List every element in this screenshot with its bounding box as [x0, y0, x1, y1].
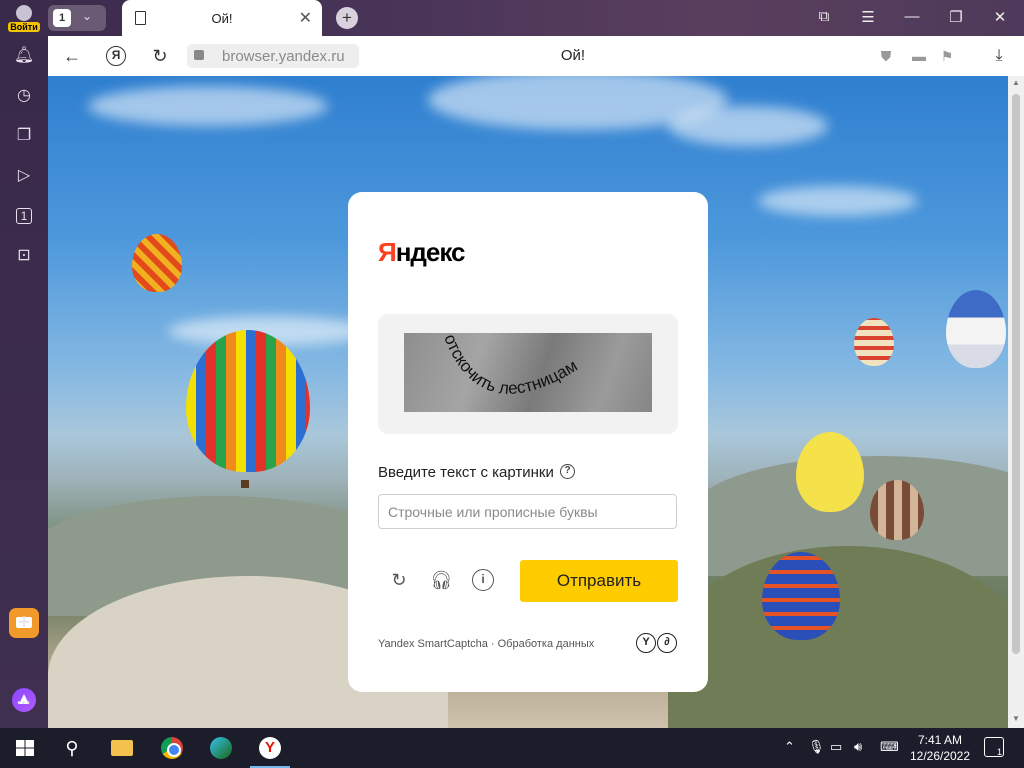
scroll-thumb[interactable] [1012, 94, 1020, 654]
smartcaptcha-logo-icon: Y ∂ [636, 633, 678, 653]
yandex-button[interactable]: Я [106, 46, 126, 66]
restore-button[interactable]: ❐ [944, 8, 968, 26]
tab-group-button[interactable]: 1 ⌄ [48, 5, 106, 31]
title-bar: Войти 1 ⌄ Ой! ✕ + ⧉ ☰ — ❐ ✕ [0, 0, 1024, 36]
tab-title: Ой! [211, 11, 233, 26]
captcha-prompt: Введите текст с картинки [378, 464, 554, 481]
notification-icon[interactable]: 1 [984, 737, 1004, 757]
tray-chevron-icon[interactable]: ⌃ [784, 739, 795, 755]
close-tab-icon[interactable]: ✕ [299, 8, 312, 28]
search-icon[interactable]: ⚲ [58, 734, 86, 762]
history-icon[interactable]: ◷ [12, 84, 36, 108]
volume-icon[interactable]: 🔊︎ [854, 739, 862, 755]
tab-count-badge: 1 [53, 9, 71, 27]
lock-icon [194, 50, 204, 60]
info-icon[interactable]: i [472, 569, 494, 591]
clock-date: 12/26/2022 [909, 749, 971, 763]
back-icon[interactable]: ← [61, 45, 83, 67]
microphone-icon[interactable]: 🎙︎ [808, 739, 825, 755]
refresh-icon[interactable]: ↻ [388, 569, 410, 591]
keyboard-icon[interactable]: ⌨ [880, 739, 899, 755]
clock-time: 7:41 AM [917, 733, 963, 747]
chrome-icon[interactable] [158, 734, 186, 762]
captcha-card: Яндекс отскочить лестницам Введите текст… [348, 192, 708, 692]
minimize-button[interactable]: — [900, 8, 924, 25]
page-title: Ой! [560, 47, 586, 64]
taskbar: ⚲ Y ⌃ 🎙︎ ▭ 🔊︎ ⌨ 7:41 AM 12/26/2022 1 [0, 728, 1024, 768]
video-icon[interactable]: ▷ [12, 164, 36, 188]
sidebar: 🔔︎ ◷ ❐ ▷ 1 ⊡ + ••• [0, 36, 48, 728]
captcha-footer[interactable]: Yandex SmartCaptcha · Обработка данных [378, 638, 594, 650]
protect-icon[interactable]: ⛊ [877, 47, 895, 65]
captcha-text: отскочить лестницам [440, 333, 580, 398]
new-tab-button[interactable]: + [336, 7, 358, 29]
submit-button[interactable]: Отправить [520, 560, 678, 602]
reload-icon[interactable]: ↻ [149, 45, 171, 67]
start-button[interactable] [12, 734, 40, 762]
collections-window-icon[interactable]: ⧉ [812, 8, 836, 25]
profile-avatar [16, 5, 32, 21]
comment-icon[interactable]: ▬ [910, 47, 928, 65]
download-icon[interactable]: ⤓ [990, 47, 1008, 65]
captcha-container: отскочить лестницам [378, 314, 678, 434]
help-icon[interactable]: ? [560, 464, 575, 479]
collections-icon[interactable]: ❐ [12, 124, 36, 148]
captcha-input[interactable] [378, 494, 677, 529]
edge-icon[interactable] [207, 734, 235, 762]
address-bar: ← Я ↻ browser.yandex.ru Ой! ⛊ ▬ ⚑ ⤓ [48, 36, 1024, 76]
audio-icon[interactable]: 🎧︎ [430, 569, 453, 591]
screenshot-icon[interactable]: ⊡ [12, 244, 36, 268]
menu-icon[interactable]: ☰ [856, 8, 880, 26]
system-clock[interactable]: 7:41 AM 12/26/2022 [900, 732, 980, 764]
login-button[interactable]: Войти [6, 3, 42, 33]
yandex-browser-icon[interactable]: Y [256, 734, 284, 762]
scroll-down-icon[interactable]: ▼ [1011, 714, 1021, 723]
file-explorer-icon[interactable] [108, 734, 136, 762]
yandex-logo: Яндекс [378, 237, 465, 267]
more-icon[interactable]: ••• [12, 692, 36, 716]
url-field[interactable]: browser.yandex.ru [187, 44, 359, 68]
bookmark-icon[interactable]: ⚑ [938, 47, 956, 65]
tab-counter-icon[interactable]: 1 [12, 204, 36, 228]
chevron-down-icon: ⌄ [82, 9, 93, 23]
scrollbar[interactable]: ▲ ▼ [1008, 76, 1024, 728]
tab-active[interactable]: Ой! ✕ [122, 0, 322, 36]
login-label: Войти [8, 22, 40, 32]
add-panel-icon[interactable]: + [12, 610, 36, 634]
network-icon[interactable]: ▭ [830, 739, 842, 755]
scroll-up-icon[interactable]: ▲ [1011, 78, 1021, 87]
svg-text:отскочить лестницам: отскочить лестницам [440, 333, 580, 398]
bell-icon[interactable]: 🔔︎ [12, 44, 36, 68]
captcha-image: отскочить лестницам [404, 333, 652, 412]
url-text: browser.yandex.ru [222, 48, 345, 65]
close-window-button[interactable]: ✕ [988, 8, 1012, 26]
